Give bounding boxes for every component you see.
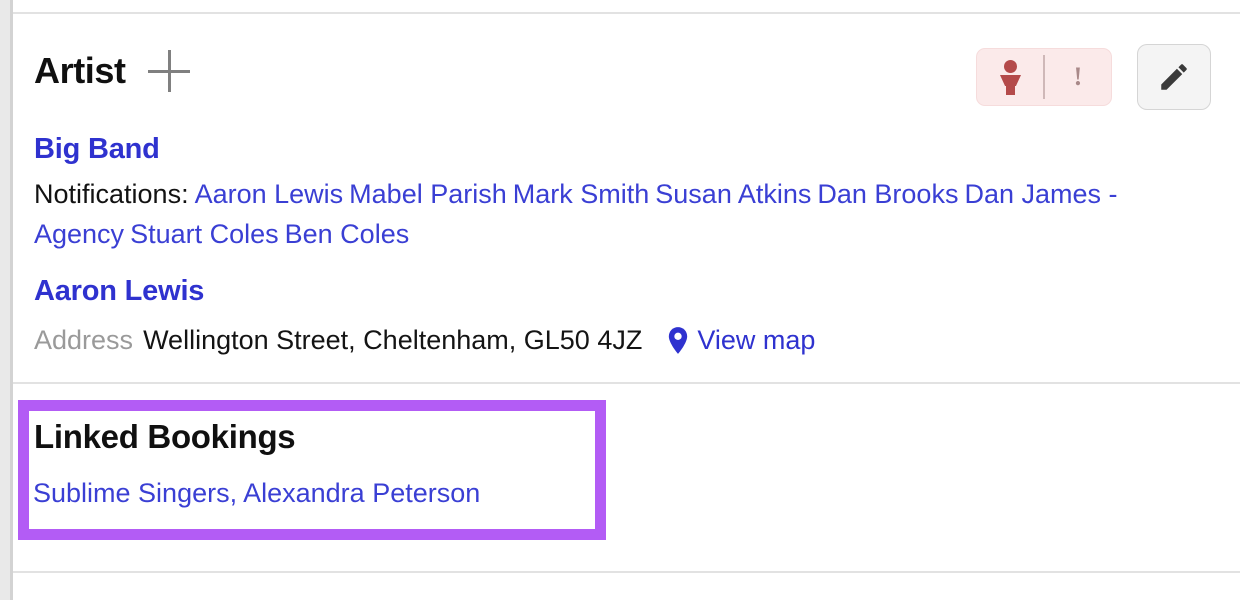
person-icon <box>1000 60 1021 95</box>
panel-content: Artist ! Big Band Notifications: Aaron L… <box>13 0 1240 600</box>
plus-icon[interactable] <box>147 50 190 92</box>
address-label: Address <box>34 325 134 355</box>
view-map-link[interactable]: View map <box>668 323 815 357</box>
view-map-label: View map <box>697 325 816 355</box>
notifications-row: Notifications: Aaron Lewis Mabel Parish Mar… <box>34 174 1194 254</box>
artist-header: Artist <box>34 50 190 92</box>
pencil-icon <box>1161 64 1187 90</box>
artist-body: Big Band Notifications: Aaron Lewis Mabel … <box>34 132 1194 357</box>
notification-contact-link[interactable]: Mark Smith <box>513 179 650 209</box>
artist-section: Artist ! Big Band Notifications: Aaron L… <box>13 14 1240 382</box>
edit-button[interactable] <box>1137 44 1211 110</box>
notification-contact-link[interactable]: Stuart Coles <box>130 219 279 249</box>
artist-action-buttons: ! <box>976 44 1211 110</box>
notification-contact-link[interactable]: Aaron Lewis <box>195 179 344 209</box>
notifications-label: Notifications: <box>34 179 189 209</box>
left-gutter <box>0 0 10 600</box>
artist-alert-button[interactable]: ! <box>976 48 1112 106</box>
linked-bookings-section: Linked Bookings Sublime Singers, Alexand… <box>13 384 1240 571</box>
divider-bottom <box>13 571 1240 573</box>
notification-contact-link[interactable]: Mabel Parish <box>349 179 507 209</box>
exclamation-icon: ! <box>1073 62 1083 91</box>
notification-contact-link[interactable]: Susan Atkins <box>655 179 811 209</box>
address-row: Address Wellington Street, Cheltenham, G… <box>34 323 1194 357</box>
band-name-link[interactable]: Big Band <box>34 132 160 167</box>
map-pin-icon <box>668 326 688 354</box>
alert-person-cell[interactable] <box>977 49 1043 105</box>
notification-contact-link[interactable]: Ben Coles <box>285 219 410 249</box>
notification-contact-link[interactable]: Dan Brooks <box>817 179 958 209</box>
linked-bookings-link[interactable]: Sublime Singers, Alexandra Peterson <box>33 477 480 510</box>
artist-details-panel: Artist ! Big Band Notifications: Aaron L… <box>0 0 1240 600</box>
page-title: Artist <box>34 50 126 91</box>
address-value: Wellington Street, Cheltenham, GL50 4JZ <box>143 325 643 355</box>
alert-warning-cell[interactable]: ! <box>1045 49 1111 105</box>
linked-bookings-title: Linked Bookings <box>34 418 296 455</box>
contact-name-link[interactable]: Aaron Lewis <box>34 274 204 309</box>
contact-name-wrapper: Aaron Lewis <box>34 254 1194 309</box>
